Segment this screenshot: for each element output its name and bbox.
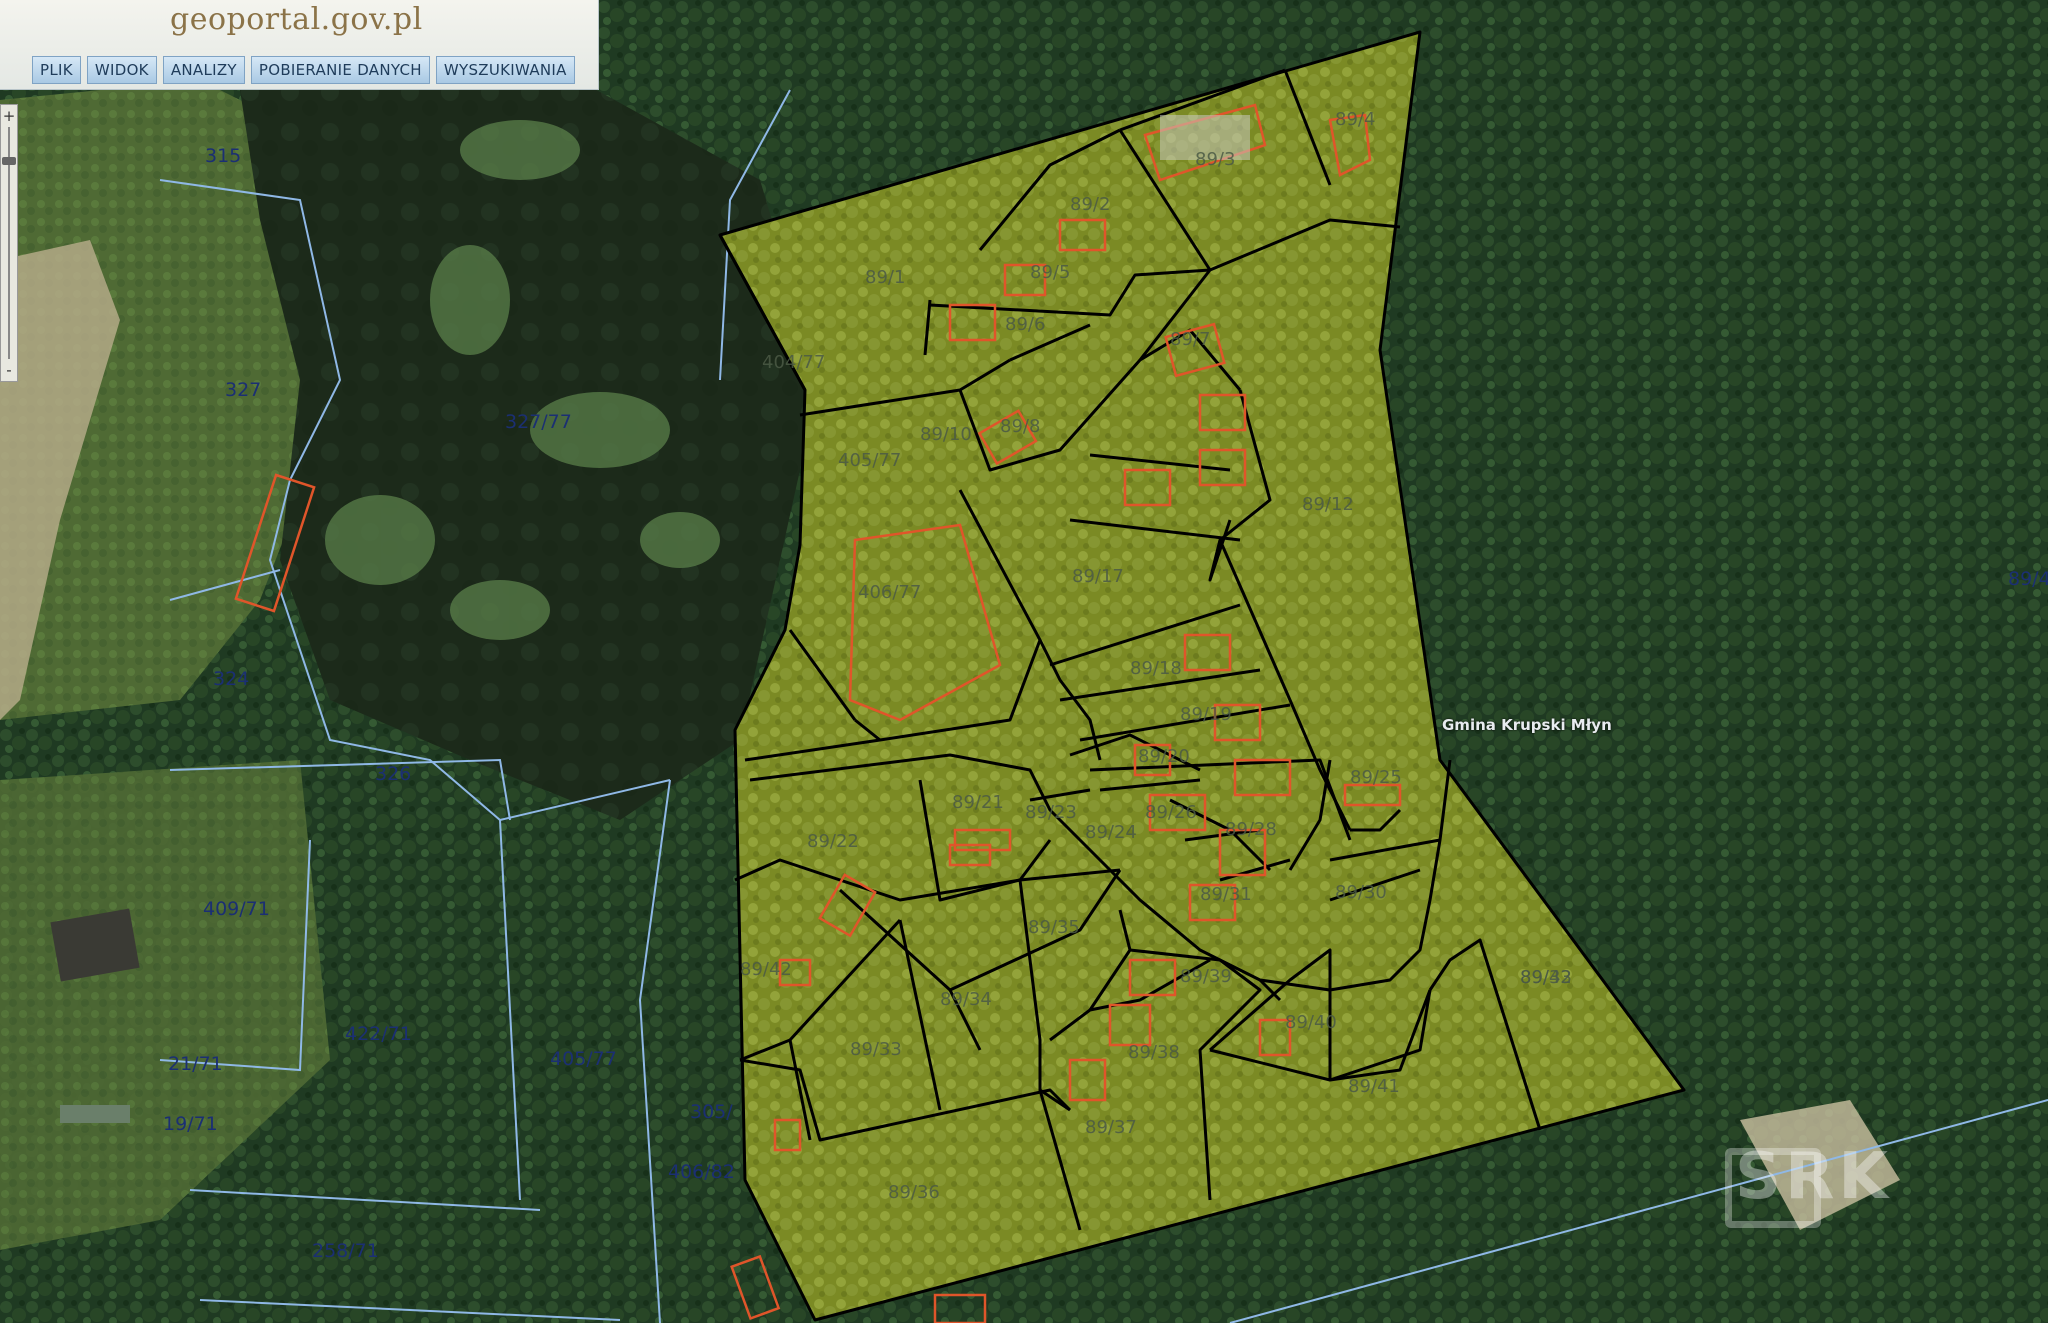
plot-label: 258/71 [312,1240,379,1262]
plot-label: 89/7 [1170,329,1210,350]
plot-label: 89/38 [1128,1042,1180,1063]
plot-label: 89/35 [1028,917,1080,938]
plot-label: 89/36 [888,1182,940,1203]
plot-label: 89/31 [1200,884,1252,905]
plot-label: 89/25 [1350,767,1402,788]
plot-label: 89/39 [1180,966,1232,987]
plot-label: 422/71 [345,1023,412,1045]
plot-label: 89/5 [1030,262,1070,283]
watermark: SRK [1735,1140,1892,1214]
menu-search[interactable]: WYSZUKIWANIA [435,56,575,84]
plot-label: 89/28 [1225,819,1277,840]
plot-label: 89/17 [1072,566,1124,587]
plot-label: 89/43 [1520,967,1572,988]
plot-label: 89/4 [2008,568,2048,590]
plot-label: 327/77 [505,411,572,433]
menu-file[interactable]: PLIK [32,56,81,84]
plot-label: 406/77 [858,582,921,603]
plot-label: 89/10 [920,424,972,445]
plot-label: 305/ [690,1101,733,1123]
region-label: Gmina Krupski Młyn [1442,716,1612,734]
plot-label: 89/4 [1335,109,1375,130]
plot-label: 89/19 [1180,704,1232,725]
zoom-out-button[interactable]: - [1,361,17,379]
plot-label: 409/71 [203,898,270,920]
plot-label: 89/33 [850,1039,902,1060]
plot-label: 89/12 [1302,494,1354,515]
plot-label: 89/20 [1138,746,1190,767]
plot-label: 405/77 [550,1048,617,1070]
plot-label: 89/3 [1195,149,1235,170]
plot-label: 19/71 [163,1113,218,1135]
plot-label: 89/6 [1005,314,1045,335]
plot-label: 89/21 [952,792,1004,813]
plot-label: 89/1 [865,267,905,288]
plot-label: 89/30 [1335,882,1387,903]
zoom-control: + - [0,104,18,382]
zoom-slider-thumb[interactable] [2,157,16,165]
menu-analyses[interactable]: ANALIZY [162,56,245,84]
plot-label: 406/82 [668,1161,735,1183]
plot-label: 89/34 [940,989,992,1010]
plot-label: 89/8 [1000,416,1040,437]
menu-view[interactable]: WIDOK [86,56,157,84]
plot-label: 89/26 [1145,802,1197,823]
aerial-map[interactable]: 315 327 327/77 324 326 409/71 422/71 21/… [0,0,2048,1323]
app-header: geoportal.gov.pl PLIK WIDOK ANALIZY POBI… [0,0,599,90]
plot-label: 89/24 [1085,822,1137,843]
plot-label: 89/42 [740,959,792,980]
plot-label: 89/23 [1025,802,1077,823]
plot-label: 327 [225,379,261,401]
plot-label: 89/2 [1070,194,1110,215]
plot-label: 89/40 [1285,1012,1337,1033]
plot-label: 21/71 [168,1053,223,1075]
plot-label: 89/41 [1348,1076,1400,1097]
plot-label: 324 [213,668,249,690]
logo[interactable]: geoportal.gov.pl [170,2,423,37]
plot-label: 89/37 [1085,1117,1137,1138]
menu-data-download[interactable]: POBIERANIE DANYCH [250,56,430,84]
plot-label: 404/77 [762,352,825,373]
plot-label: 326 [375,763,411,785]
plot-label: 315 [205,145,241,167]
zoom-in-button[interactable]: + [1,107,17,125]
plot-label: 89/22 [807,831,859,852]
plot-label: 405/77 [838,450,901,471]
menu-bar: PLIK WIDOK ANALIZY POBIERANIE DANYCH WYS… [32,56,575,84]
plot-label: 89/18 [1130,658,1182,679]
